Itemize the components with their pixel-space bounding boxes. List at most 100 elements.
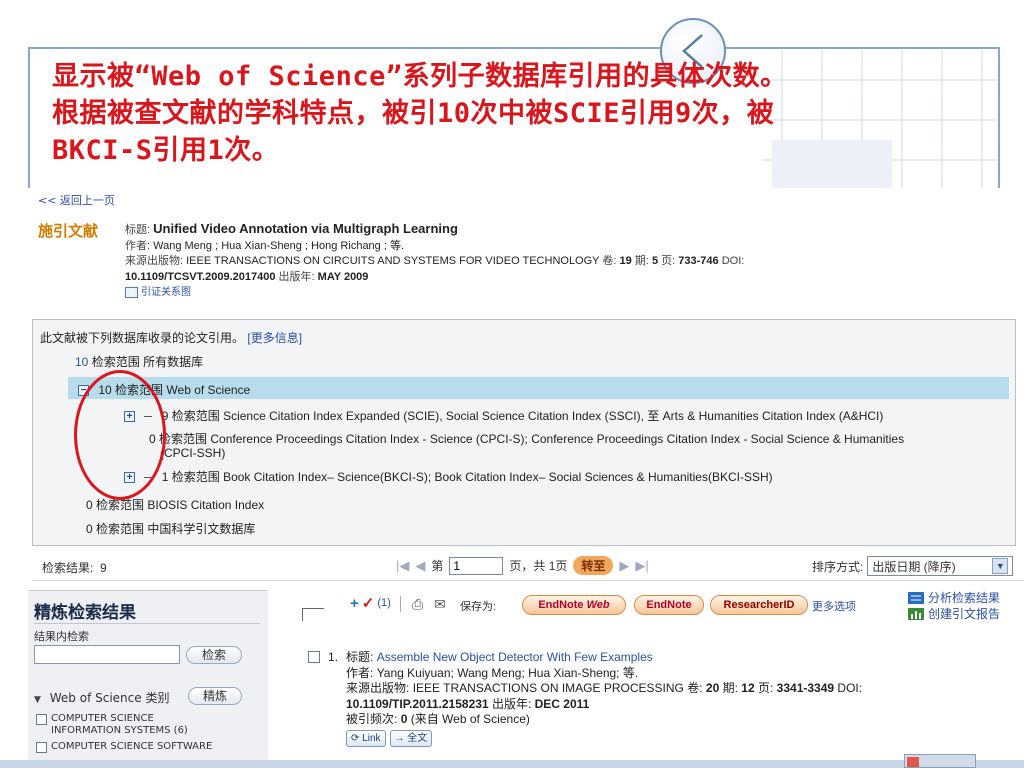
bkci-db-name: Book Citation Index– Science(BKCI-S); Bo…: [223, 470, 773, 484]
first-page-icon[interactable]: |◀: [396, 558, 409, 574]
page-key: 页:: [661, 255, 676, 267]
fulltext-button[interactable]: → 全文: [389, 729, 433, 747]
record-source: IEEE TRANSACTIONS ON CIRCUITS AND SYSTEM…: [186, 255, 600, 267]
slide-line-1: 显示被“Web of Science”系列子数据库引用的具体次数。: [52, 61, 788, 92]
tree-dash: [144, 477, 153, 479]
citing-row-wos[interactable]: − 10 检索范围 Web of Science: [78, 381, 250, 398]
page-input[interactable]: [449, 556, 504, 575]
refine-option[interactable]: COMPUTER SCIENCE SOFTWARE: [36, 741, 212, 753]
prev-page-icon[interactable]: ◀: [415, 558, 425, 574]
endnote-web-button[interactable]: EndNote Web: [522, 595, 626, 615]
citing-row-biosis[interactable]: 0 检索范围 BIOSIS Citation Index: [86, 496, 264, 513]
citing-row-all[interactable]: 10 检索范围 所有数据库: [75, 353, 203, 370]
endnote-button[interactable]: EndNote: [634, 595, 704, 615]
item-source: IEEE TRANSACTIONS ON IMAGE PROCESSING: [412, 681, 684, 695]
result-title-link[interactable]: Assemble New Object Detector With Few Ex…: [377, 650, 653, 664]
expand-icon[interactable]: +: [124, 472, 135, 484]
citation-map-link[interactable]: 引证关系图: [125, 285, 191, 301]
link-button[interactable]: ⟳ Link: [346, 729, 386, 747]
refine-divider: [34, 623, 260, 624]
record-volume: 19: [619, 255, 632, 267]
doi-key: DOI:: [721, 255, 745, 267]
divider: [32, 580, 1024, 581]
expand-icon[interactable]: +: [124, 411, 135, 423]
cscd-db-name: 中国科学引文数据库: [147, 522, 256, 536]
sort-select[interactable]: 出版日期 (降序) ▼: [867, 556, 1014, 576]
refine-button[interactable]: 精炼: [188, 687, 242, 705]
marked-list-button[interactable]: + ✓ (1): [350, 594, 391, 613]
record-pages: 733-746: [678, 255, 719, 267]
wos-db-name: Web of Science: [166, 383, 251, 397]
citing-row-cpci[interactable]: 0 检索范围 Conference Proceedings Citation I…: [149, 430, 904, 447]
chevron-down-icon[interactable]: ▼: [992, 558, 1009, 574]
last-page-icon[interactable]: ▶|: [635, 558, 648, 574]
wos-category-header[interactable]: ▼ Web of Science 类别: [34, 689, 169, 706]
citing-row-cscd[interactable]: 0 检索范围 中国科学引文数据库: [86, 520, 255, 537]
researcherid-button[interactable]: ResearcherID: [710, 595, 808, 615]
back-link[interactable]: << 返回上一页: [38, 192, 115, 208]
more-info-link[interactable]: [更多信息]: [247, 331, 302, 345]
bkci-count: 1: [161, 470, 169, 484]
refine-panel: 精炼检索结果 结果内检索 检索 ▼ Web of Science 类别 精炼 C…: [28, 590, 268, 768]
results-value: 9: [100, 561, 107, 575]
issue-key: 期:: [634, 255, 649, 267]
cscd-count: 0: [86, 522, 93, 536]
refine-checkbox[interactable]: [36, 742, 47, 753]
frame-top-line: [28, 47, 1000, 49]
select-arrow-icon: [302, 608, 324, 621]
collapse-icon[interactable]: −: [78, 385, 89, 397]
scope-label: 检索范围: [96, 522, 145, 536]
search-within-input[interactable]: [34, 645, 180, 664]
next-page-icon[interactable]: ▶: [619, 558, 629, 574]
citation-report-link[interactable]: 创建引文报告: [908, 606, 1000, 622]
plus-icon: +: [350, 594, 359, 612]
citation-map-icon: [125, 287, 138, 299]
link-label: Link: [362, 732, 381, 744]
item-issue-key: 期:: [722, 681, 738, 695]
results-count: 检索结果: 9: [42, 559, 107, 576]
record-year: MAY 2009: [317, 270, 369, 283]
checkmark-icon: ✓: [361, 595, 375, 612]
record-label: 施引文献: [38, 222, 99, 240]
scie-db-name: Science Citation Index Expanded (SCIE), …: [223, 409, 884, 423]
biosis-db-name: BIOSIS Citation Index: [147, 498, 265, 512]
result-number: 1.: [328, 650, 339, 664]
item-vol: 20: [705, 681, 720, 695]
save-to-label: 保存为:: [460, 601, 497, 613]
toolbar-separator: [400, 596, 401, 612]
item-pages: 3341-3349: [776, 681, 835, 695]
biosis-count: 0: [86, 498, 93, 512]
citing-row-bkci[interactable]: + 1 检索范围 Book Citation Index– Science(BK…: [124, 468, 773, 485]
endnote-web-label: EndNote: [538, 599, 584, 611]
vol-key: 卷:: [602, 255, 617, 267]
goto-button[interactable]: 转至: [573, 556, 614, 575]
email-icon[interactable]: ✉: [434, 596, 446, 613]
refine-option[interactable]: COMPUTER SCIENCE INFORMATION SYSTEMS (6): [36, 713, 188, 736]
search-within-button[interactable]: 检索: [186, 646, 242, 664]
search-within-label: 结果内检索: [34, 630, 89, 643]
analyze-results-link[interactable]: 分析检索结果: [908, 590, 1000, 606]
sort-value: 出版日期 (降序): [872, 559, 956, 574]
refine-option-line2: INFORMATION SYSTEMS (6): [51, 724, 188, 736]
citation-report-label: 创建引文报告: [928, 607, 1001, 621]
slide-line-3: BKCI-S引用1次。: [52, 135, 280, 166]
refine-checkbox[interactable]: [36, 714, 47, 725]
endnote-web-suffix: Web: [586, 599, 610, 611]
item-vol-key: 卷:: [687, 681, 703, 695]
taskbar-widget[interactable]: [904, 754, 976, 768]
marked-count: (1): [377, 597, 391, 609]
author-key: 作者:: [125, 239, 151, 252]
result-checkbox[interactable]: [308, 651, 320, 663]
more-options-link[interactable]: 更多选项: [812, 598, 856, 614]
record-issue: 5: [651, 255, 659, 267]
scope-label: 检索范围: [115, 383, 164, 397]
item-doi: 10.1109/TIP.2011.2158231: [346, 696, 489, 711]
page-prefix: 第: [431, 559, 444, 573]
record-details: 标题: Unified Video Annotation via Multigr…: [125, 221, 744, 304]
item-page-key: 页:: [757, 681, 774, 695]
results-toolbar: + ✓ (1) ⎙ ✉ 保存为: EndNote Web EndNote Res…: [300, 590, 1020, 630]
print-icon[interactable]: ⎙: [412, 596, 423, 613]
all-count: 10: [75, 355, 89, 369]
citing-row-scie[interactable]: + 9 检索范围 Science Citation Index Expanded…: [124, 407, 883, 424]
record-doi: 10.1109/TCSVT.2009.2017400: [125, 270, 276, 283]
